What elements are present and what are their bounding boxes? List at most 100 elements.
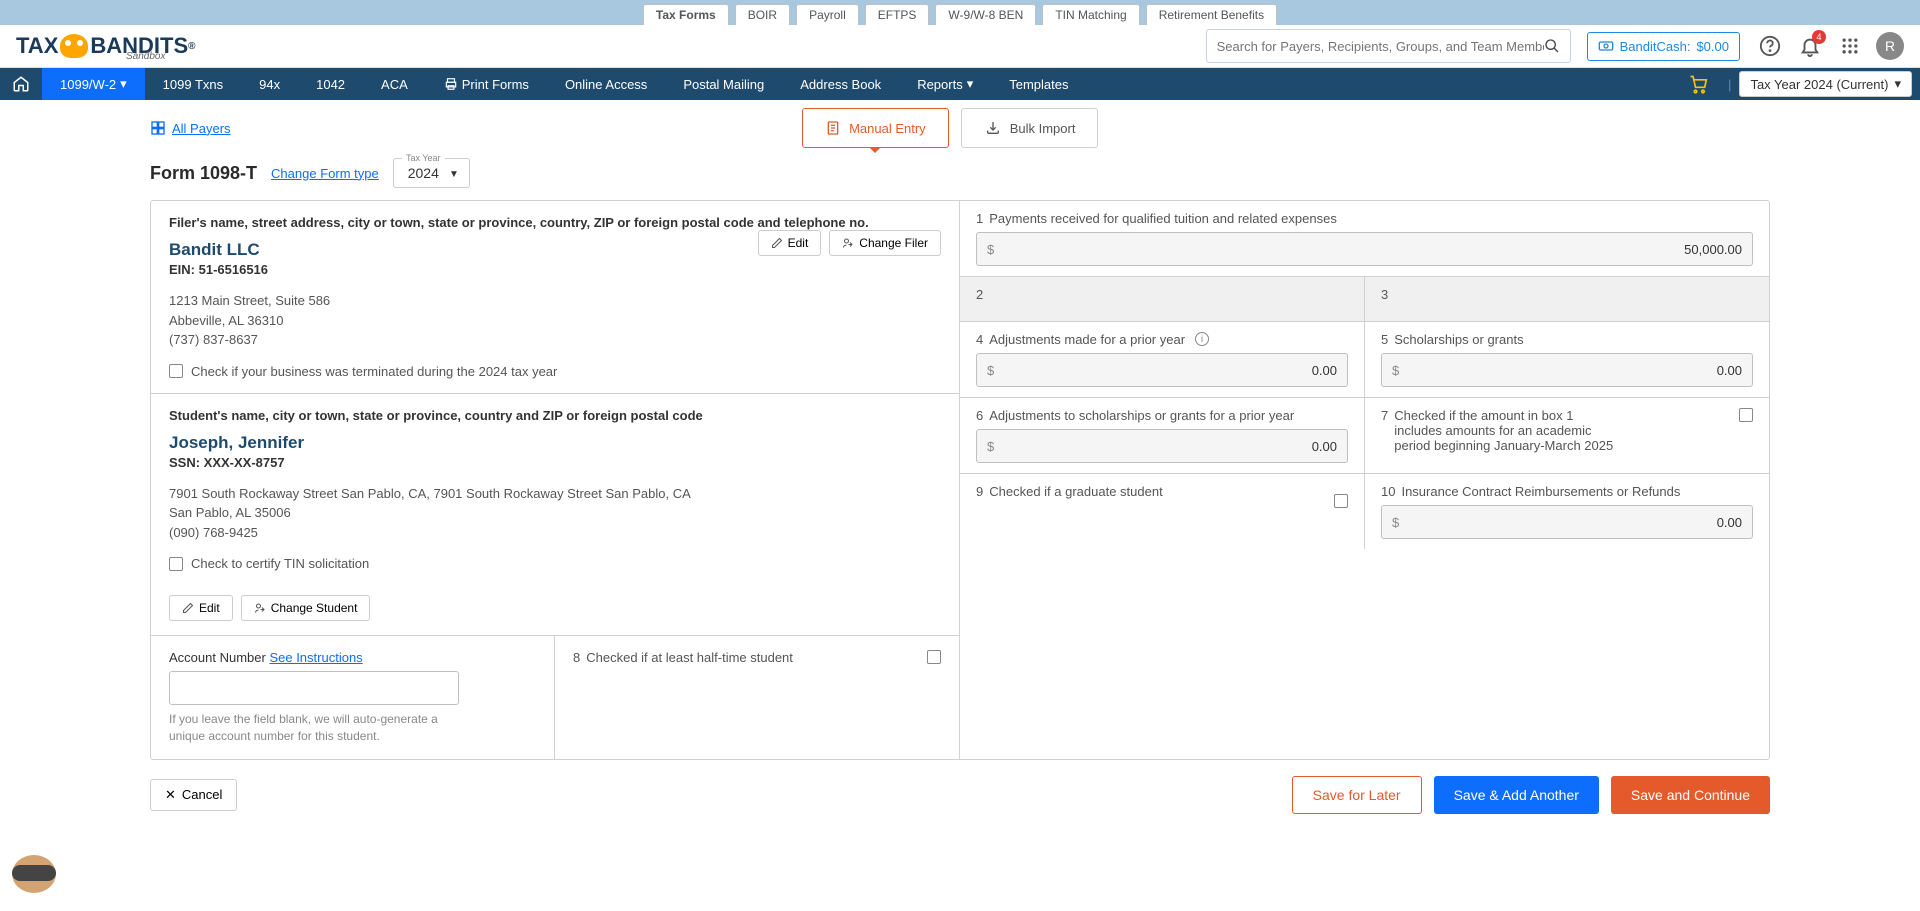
tin-solicitation-checkbox[interactable]: [169, 557, 183, 571]
tab-retirement[interactable]: Retirement Benefits: [1146, 4, 1277, 25]
box-1-cell: 1 Payments received for qualified tuitio…: [960, 201, 1769, 276]
info-icon[interactable]: i: [1195, 332, 1209, 346]
tab-manual-entry[interactable]: Manual Entry: [802, 108, 949, 148]
filer-section: Filer's name, street address, city or to…: [151, 201, 959, 394]
box-1-value: 50,000.00: [1684, 242, 1742, 257]
save-for-later-button[interactable]: Save for Later: [1292, 776, 1422, 814]
cart-icon[interactable]: [1676, 74, 1720, 94]
box-8-num: 8: [573, 650, 580, 665]
account-number-label: Account Number: [169, 650, 266, 665]
nav-address-book[interactable]: Address Book: [782, 68, 899, 100]
terminated-checkbox-label: Check if your business was terminated du…: [191, 364, 557, 379]
box-10-num: 10: [1381, 484, 1395, 499]
box-4-input[interactable]: $ 0.00: [976, 353, 1348, 387]
year-label: Tax Year: [402, 153, 445, 163]
edit-student-button[interactable]: Edit: [169, 595, 233, 621]
nav-reports[interactable]: Reports ▾: [899, 68, 991, 100]
account-number-cell: Account Number See Instructions If you l…: [151, 636, 555, 759]
change-form-type-link[interactable]: Change Form type: [271, 166, 379, 181]
box-6-value: 0.00: [1312, 439, 1337, 454]
box-1-label: Payments received for qualified tuition …: [989, 211, 1337, 226]
tab-tin-matching[interactable]: TIN Matching: [1042, 4, 1139, 25]
box-5-label: Scholarships or grants: [1394, 332, 1523, 347]
nav-1099-txns[interactable]: 1099 Txns: [145, 68, 241, 100]
notifications-icon[interactable]: 4: [1796, 32, 1824, 60]
nav-94x[interactable]: 94x: [241, 68, 298, 100]
footer-row: ✕ Cancel Save for Later Save & Add Anoth…: [150, 776, 1770, 814]
apps-icon[interactable]: [1836, 32, 1864, 60]
banditcash-label: BanditCash:: [1620, 39, 1691, 54]
box-10-value: 0.00: [1717, 515, 1742, 530]
tab-tax-forms[interactable]: Tax Forms: [643, 4, 729, 25]
box-7-checkbox[interactable]: [1739, 408, 1753, 422]
student-addr-1: 7901 South Rockaway Street San Pablo, CA…: [169, 484, 941, 504]
tin-solicitation-label: Check to certify TIN solicitation: [191, 556, 369, 571]
search-container[interactable]: [1206, 29, 1571, 63]
see-instructions-link[interactable]: See Instructions: [269, 650, 362, 665]
nav-1099-w2[interactable]: 1099/W-2 ▾: [42, 68, 145, 100]
user-avatar[interactable]: R: [1876, 32, 1904, 60]
account-number-input[interactable]: [169, 671, 459, 705]
box-5-num: 5: [1381, 332, 1388, 347]
nav-home-icon[interactable]: [0, 68, 42, 100]
save-add-another-button[interactable]: Save & Add Another: [1434, 776, 1599, 814]
logo-icon: [60, 34, 88, 58]
nav-postal-mailing[interactable]: Postal Mailing: [665, 68, 782, 100]
box-6-input[interactable]: $ 0.00: [976, 429, 1348, 463]
tax-year-selector[interactable]: Tax Year 2024 (Current) ▾: [1739, 71, 1912, 97]
student-section-title: Student's name, city or town, state or p…: [169, 408, 941, 423]
nav-1042[interactable]: 1042: [298, 68, 363, 100]
filer-section-title: Filer's name, street address, city or to…: [169, 215, 941, 230]
nav-online-access[interactable]: Online Access: [547, 68, 665, 100]
form-title: Form 1098-T: [150, 163, 257, 184]
logo[interactable]: TAX BANDITS ® Sandbox: [16, 33, 196, 59]
box-9-cell: 9 Checked if a graduate student: [960, 474, 1364, 549]
change-filer-button[interactable]: Change Filer: [829, 230, 941, 256]
tab-payroll[interactable]: Payroll: [796, 4, 859, 25]
box-10-label: Insurance Contract Reimbursements or Ref…: [1401, 484, 1680, 499]
tax-year-dropdown[interactable]: Tax Year 2024: [393, 158, 470, 188]
tab-w9-w8[interactable]: W-9/W-8 BEN: [935, 4, 1036, 25]
dollar-icon: $: [987, 242, 994, 257]
nav-templates[interactable]: Templates: [991, 68, 1086, 100]
box-9-checkbox[interactable]: [1334, 494, 1348, 508]
student-phone: (090) 768-9425: [169, 523, 941, 543]
box-7-cell: 7 Checked if the amount in box 1 include…: [1364, 398, 1769, 473]
nav-aca[interactable]: ACA: [363, 68, 426, 100]
dollar-icon: $: [987, 439, 994, 454]
banditcash-button[interactable]: BanditCash: $0.00: [1587, 32, 1740, 61]
box-7-label: Checked if the amount in box 1 includes …: [1394, 408, 1621, 453]
change-student-button[interactable]: Change Student: [241, 595, 371, 621]
student-name: Joseph, Jennifer: [169, 433, 941, 453]
search-input[interactable]: [1217, 39, 1544, 54]
box-10-input[interactable]: $ 0.00: [1381, 505, 1753, 539]
save-continue-button[interactable]: Save and Continue: [1611, 776, 1770, 814]
terminated-checkbox[interactable]: [169, 364, 183, 378]
box-4-label: Adjustments made for a prior year: [989, 332, 1185, 347]
box-8-checkbox[interactable]: [927, 650, 941, 664]
nav-bar: 1099/W-2 ▾ 1099 Txns 94x 1042 ACA Print …: [0, 68, 1920, 100]
tab-boir[interactable]: BOIR: [735, 4, 790, 25]
help-icon[interactable]: [1756, 32, 1784, 60]
all-payers-link[interactable]: All Payers: [150, 120, 231, 136]
box-6-label: Adjustments to scholarships or grants fo…: [989, 408, 1294, 423]
box-6-cell: 6 Adjustments to scholarships or grants …: [960, 398, 1364, 473]
notif-badge: 4: [1812, 30, 1826, 44]
box-1-input[interactable]: $ 50,000.00: [976, 232, 1753, 266]
box-1-num: 1: [976, 211, 983, 226]
nav-print-forms[interactable]: Print Forms: [426, 68, 547, 100]
box-7-num: 7: [1381, 408, 1388, 423]
tab-eftps[interactable]: EFTPS: [865, 4, 930, 25]
search-icon[interactable]: [1544, 38, 1560, 54]
dollar-icon: $: [1392, 515, 1399, 530]
box-5-input[interactable]: $ 0.00: [1381, 353, 1753, 387]
box-3-num: 3: [1381, 287, 1388, 302]
box-2-cell: 2: [960, 277, 1364, 321]
cancel-button[interactable]: ✕ Cancel: [150, 779, 237, 811]
box-2-num: 2: [976, 287, 983, 302]
dollar-icon: $: [1392, 363, 1399, 378]
box-4-num: 4: [976, 332, 983, 347]
tab-bulk-import[interactable]: Bulk Import: [961, 108, 1099, 148]
edit-filer-button[interactable]: Edit: [758, 230, 822, 256]
mascot-icon[interactable]: [12, 855, 56, 899]
